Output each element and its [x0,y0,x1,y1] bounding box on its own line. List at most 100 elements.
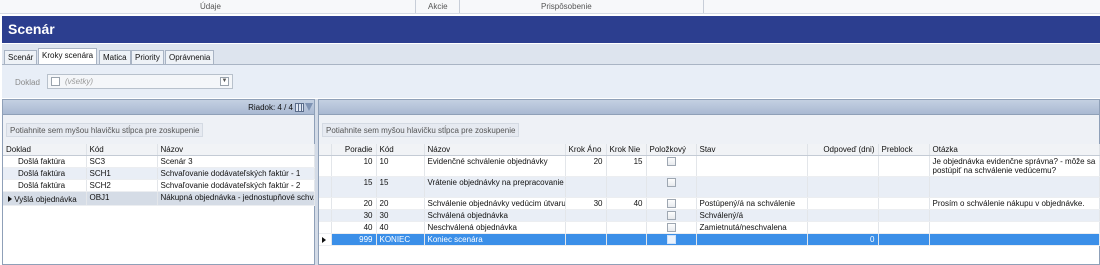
filter-icon[interactable] [305,103,313,111]
cell [646,176,697,198]
cell [696,233,808,246]
right-panel-toolbar [319,100,1099,115]
current-row-arrow-icon [8,196,12,202]
cell: Schválený/á [696,209,808,222]
ribbon-separator [459,0,460,13]
cell [878,209,930,222]
filter-checkbox[interactable] [51,77,60,86]
col-header-krok-nie[interactable]: Krok Nie [606,144,647,156]
cell: 15 [606,155,647,177]
dropdown-icon[interactable]: ▼ [220,77,229,86]
tab-kroky-scenara[interactable]: Kroky scenára [38,48,98,64]
polozkovy-checkbox[interactable] [666,223,676,232]
table-row[interactable]: Došlá faktúra SCH2 Schvaľovanie dodávate… [3,179,315,192]
table-row[interactable]: Došlá faktúra SCH1 Schvaľovanie dodávate… [3,167,315,180]
table-row-selected[interactable]: Vyšlá objednávka OBJ1 Nákupná objednávka… [3,191,315,206]
row-counter: Riadok: 4 / 4 [248,103,293,112]
col-header-stav[interactable]: Stav [696,144,808,156]
row-indicator [319,197,332,210]
col-header-otazka[interactable]: Otázka [929,144,1100,156]
col-header-nazov[interactable]: Názov [157,144,315,156]
cell: 0 [807,233,879,246]
col-header-kod[interactable]: Kód [376,144,425,156]
scenario-list-panel: Riadok: 4 / 4 Potiahnite sem myšou hlavi… [2,99,315,265]
cell: 15 [331,176,377,198]
group-hint: Potiahnite sem myšou hlavičku stĺpca pre… [322,123,520,137]
polozkovy-checkbox[interactable] [666,199,676,208]
ribbon-group-akcie: Akcie [428,2,448,11]
col-header-polozkovy[interactable]: Položkový [646,144,697,156]
col-header-odpoved[interactable]: Odpoveď (dni) [807,144,879,156]
table-row[interactable]: 30 30 Schválená objednávka Schválený/á [319,209,1100,222]
tab-priority[interactable]: Priority [131,50,164,64]
cell: Neschválená objednávka [424,221,566,234]
window-title: Scenár [2,16,1100,43]
tab-opravnenia[interactable]: Oprávnenia [165,50,215,64]
cell: 30 [565,197,607,210]
cell: SCH2 [86,179,158,192]
tab-matica[interactable]: Matica [99,50,131,64]
cell [807,221,879,234]
left-panel-toolbar: Riadok: 4 / 4 [3,100,314,115]
col-header-doklad[interactable]: Doklad [3,144,87,156]
cell: SCH1 [86,167,158,180]
polozkovy-checkbox[interactable] [666,235,676,244]
cell: 30 [331,209,377,222]
col-header-preblock[interactable]: Preblock [878,144,930,156]
cell [606,176,647,198]
cell [878,197,930,210]
ribbon-separator [415,0,416,13]
doklad-filter-combo[interactable]: (všetky) ▼ [47,74,233,89]
polozkovy-checkbox[interactable] [666,211,676,220]
cell: 20 [565,155,607,177]
right-group-zone[interactable]: Potiahnite sem myšou hlavičku stĺpca pre… [319,115,1099,144]
cell [606,209,647,222]
cell: Scenár 3 [157,155,315,168]
col-header-nazov[interactable]: Názov [424,144,566,156]
column-chooser-icon[interactable] [295,103,304,112]
current-row-arrow-icon [322,237,326,243]
row-indicator [319,233,332,246]
cell [807,197,879,210]
scenario-steps-panel: Potiahnite sem myšou hlavičku stĺpca pre… [318,99,1100,265]
cell: Vyšlá objednávka [14,195,77,204]
table-row[interactable]: 20 20 Schválenie objednávky vedúcim útva… [319,197,1100,210]
left-group-zone[interactable]: Potiahnite sem myšou hlavičku stĺpca pre… [3,115,314,144]
row-indicator-header [319,144,332,156]
cell: Došlá faktúra [3,167,87,180]
polozkovy-checkbox[interactable] [666,157,676,166]
steps-grid: Poradie Kód Názov Krok Áno Krok Nie Polo… [319,144,1100,246]
table-row[interactable]: 10 10 Evidenčné schválenie objednávky 20… [319,155,1100,177]
row-indicator [319,176,332,198]
cell [878,155,930,177]
cell: Došlá faktúra [3,179,87,192]
filter-panel: Doklad (všetky) ▼ [2,64,1100,98]
cell [646,197,697,210]
cell: OBJ1 [86,191,158,206]
col-header-poradie[interactable]: Poradie [331,144,377,156]
polozkovy-checkbox[interactable] [666,178,676,187]
cell: 10 [376,155,425,177]
cell: Postúpený/á na schválenie [696,197,808,210]
cell: Prosím o schválenie nákupu v objednávke. [929,197,1100,210]
cell [807,155,879,177]
cell: 40 [376,221,425,234]
filter-label: Doklad [15,78,40,87]
table-row-selected[interactable]: 999 KONIEC Koniec scenára 0 [319,233,1100,246]
cell [929,176,1100,198]
col-header-kod[interactable]: Kód [86,144,158,156]
col-header-krok-ano[interactable]: Krok Áno [565,144,607,156]
table-row[interactable]: 40 40 Neschválená objednávka Zamietnutá/… [319,221,1100,234]
table-row[interactable]: 15 15 Vrátenie objednávky na prepracovan… [319,176,1100,198]
row-indicator [319,155,332,177]
cell: 999 [331,233,377,246]
cell: 10 [331,155,377,177]
cell: Schvaľovanie dodávateľských faktúr - 2 [157,179,315,192]
table-row[interactable]: Došlá faktúra SC3 Scenár 3 [3,155,315,168]
cell [646,155,697,177]
cell: Schvaľovanie dodávateľských faktúr - 1 [157,167,315,180]
cell [565,233,607,246]
tab-scenar[interactable]: Scenár [4,50,38,64]
cell: 40 [606,197,647,210]
cell: 20 [331,197,377,210]
